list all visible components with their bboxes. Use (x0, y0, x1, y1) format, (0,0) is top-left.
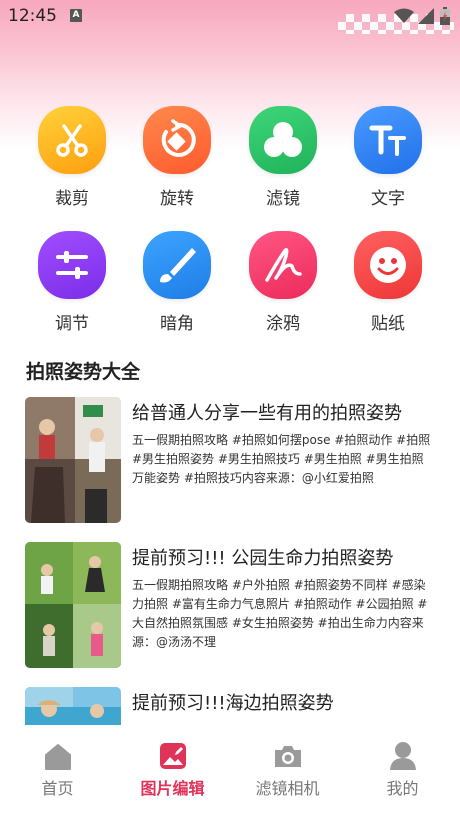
tool-adjust[interactable]: 调节 (32, 231, 112, 334)
article-title: 给普通人分享一些有用的拍照姿势 (132, 403, 402, 424)
article-thumbnail (25, 542, 121, 668)
filter-icon (249, 106, 317, 174)
tool-label: 调节 (55, 314, 89, 334)
notification-badge-icon: A (70, 9, 82, 22)
tool-label: 滤镜 (266, 189, 300, 209)
home-icon (0, 741, 115, 771)
tool-filter[interactable]: 滤镜 (243, 106, 323, 209)
article-card[interactable]: 提前预习!!! 公园生命力拍照姿势 五一假期拍照攻略 #户外拍照 #拍照姿势不同… (25, 542, 455, 672)
rotate-icon (143, 106, 211, 174)
tool-rotate[interactable]: 旋转 (137, 106, 217, 209)
image-edit-icon (115, 741, 230, 771)
tool-label: 暗角 (160, 314, 194, 334)
text-icon (354, 106, 422, 174)
brush-icon (143, 231, 211, 299)
nav-profile[interactable]: 我的 (345, 725, 460, 799)
nav-label: 滤镜相机 (255, 779, 320, 798)
article-card[interactable]: 提前预习!!!海边拍照姿势 (25, 687, 455, 725)
user-icon (345, 741, 460, 771)
article-description: 五一假期拍照攻略 #户外拍照 #拍照姿势不同样 #感染力拍照 #富有生命力气息照… (132, 578, 428, 649)
article-description: 五一假期拍照攻略 #拍照如何摆pose #拍照动作 #拍照 #男生拍照姿势 #男… (132, 433, 431, 485)
article-thumbnail (25, 397, 121, 523)
nav-image-edit[interactable]: 图片编辑 (115, 725, 230, 799)
status-time: 12:45 (8, 6, 57, 26)
nav-label: 我的 (386, 779, 419, 798)
tool-label: 文字 (371, 189, 405, 209)
adjust-icon (38, 231, 106, 299)
nav-filter-camera[interactable]: 滤镜相机 (230, 725, 345, 799)
tool-label: 裁剪 (55, 189, 89, 209)
article-title: 提前预习!!! 公园生命力拍照姿势 (132, 548, 394, 569)
tool-crop[interactable]: 裁剪 (32, 106, 112, 209)
tool-label: 涂鸦 (266, 314, 300, 334)
tool-vignette[interactable]: 暗角 (137, 231, 217, 334)
article-card[interactable]: 给普通人分享一些有用的拍照姿势 五一假期拍照攻略 #拍照如何摆pose #拍照动… (25, 397, 455, 527)
wifi-icon (394, 8, 414, 23)
sticker-icon (354, 231, 422, 299)
doodle-icon (249, 231, 317, 299)
tool-sticker[interactable]: 贴纸 (348, 231, 428, 334)
bottom-navigation: 首页 图片编辑 滤镜相机 我的 (0, 725, 460, 817)
battery-icon (440, 7, 450, 25)
section-title: 拍照姿势大全 (26, 361, 141, 383)
tool-doodle[interactable]: 涂鸦 (243, 231, 323, 334)
nav-home[interactable]: 首页 (0, 725, 115, 799)
status-bar: 12:45 A (0, 0, 460, 34)
article-title: 提前预习!!!海边拍照姿势 (132, 693, 334, 714)
signal-icon (418, 8, 434, 24)
camera-icon (230, 741, 345, 771)
scissors-icon (38, 106, 106, 174)
tool-text[interactable]: 文字 (348, 106, 428, 209)
tool-label: 贴纸 (371, 314, 405, 334)
tool-label: 旋转 (160, 189, 194, 209)
article-thumbnail (25, 687, 121, 725)
nav-label: 首页 (41, 779, 74, 798)
nav-label: 图片编辑 (140, 779, 205, 798)
